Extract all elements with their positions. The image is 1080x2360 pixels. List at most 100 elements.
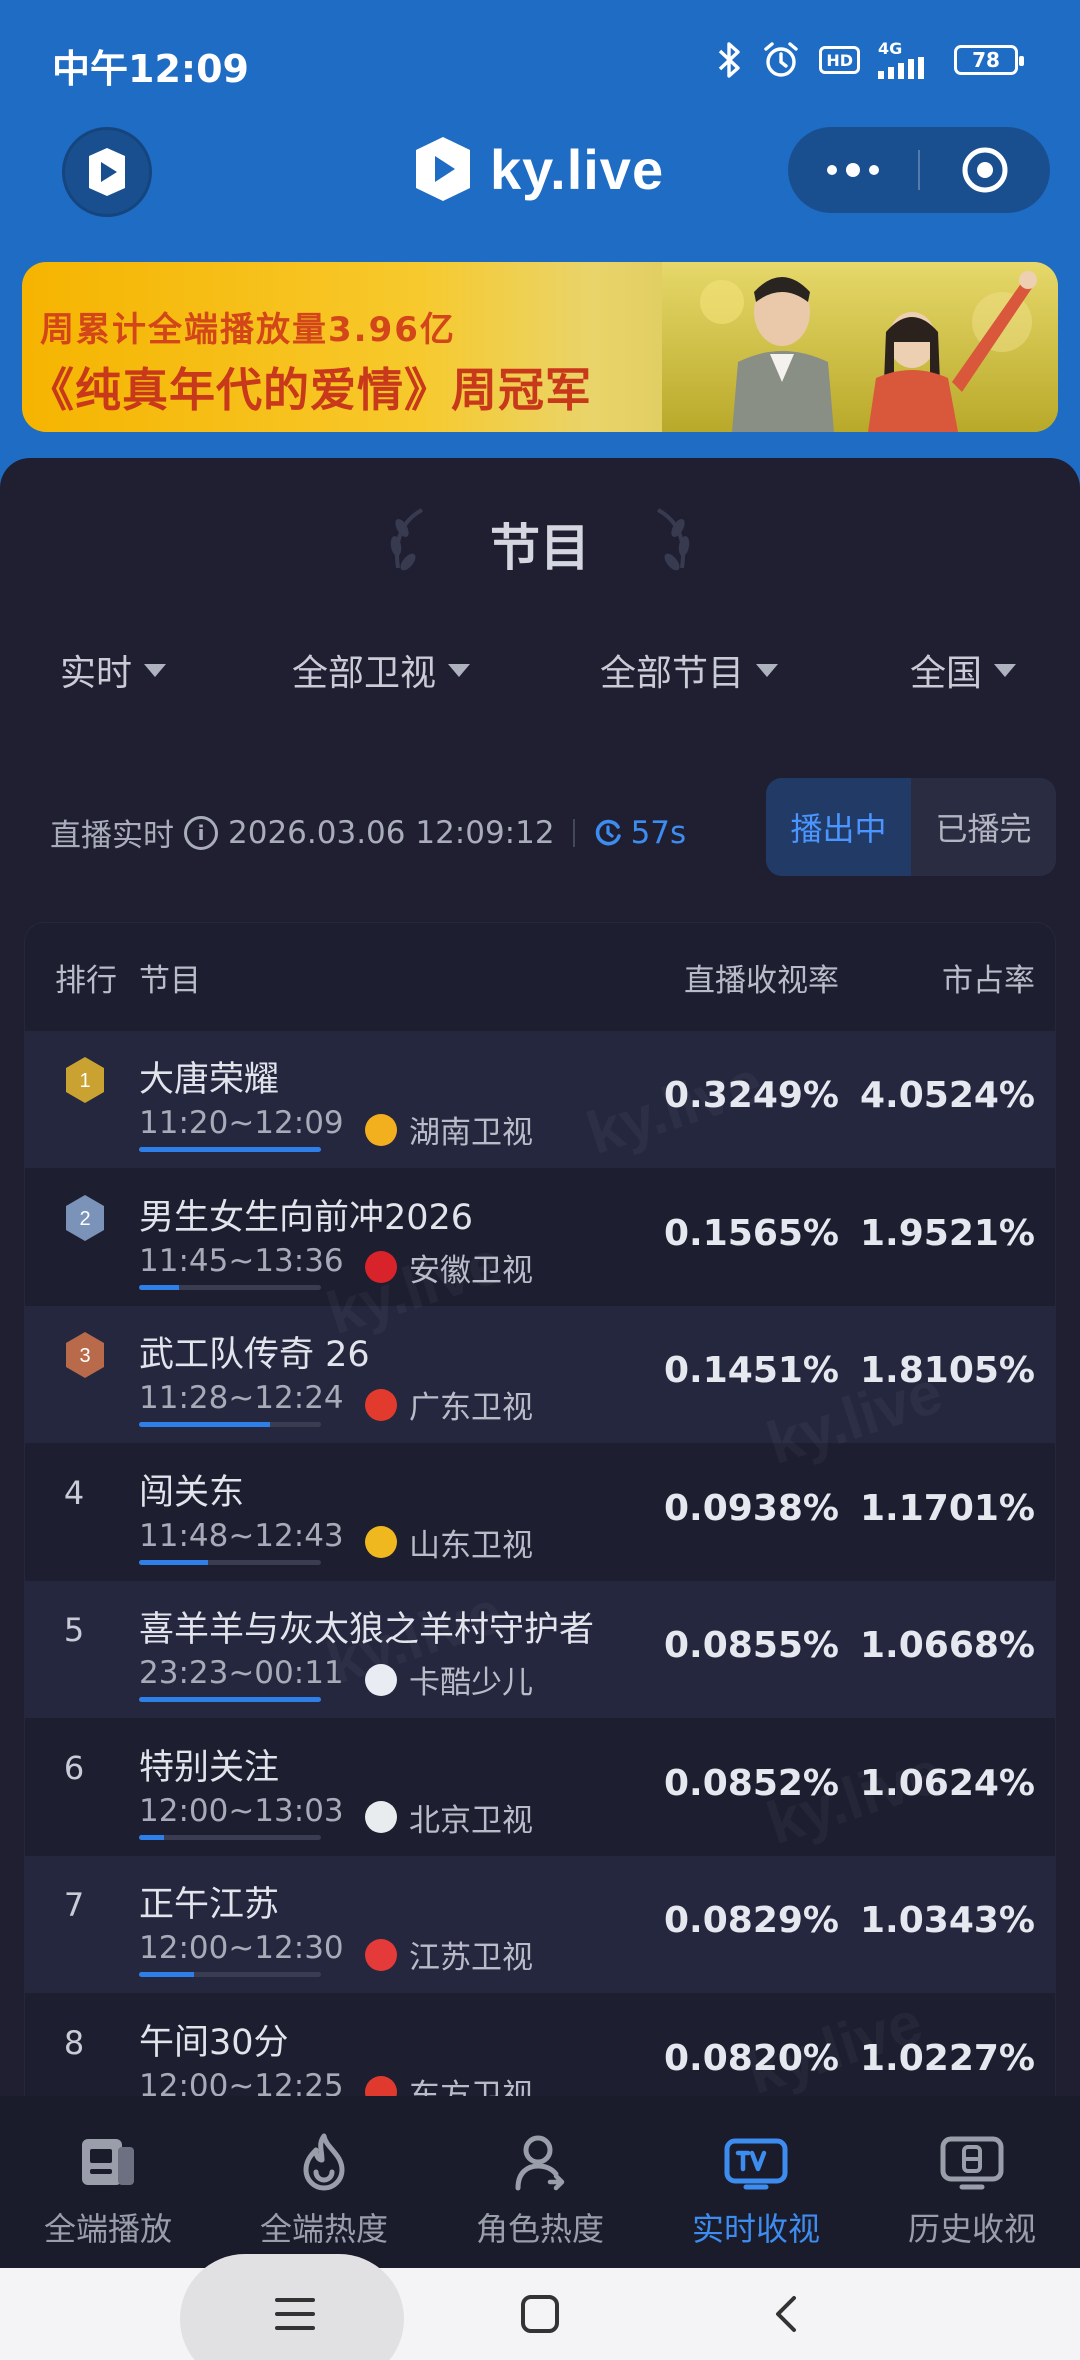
table-row[interactable]: 2 男生女生向前冲2026 11:45~13:36 安徽卫视 0.1565% 1…	[25, 1168, 1055, 1306]
channel-logo-icon	[365, 1526, 397, 1558]
program-time: 11:48~12:43	[139, 1517, 344, 1554]
rank-number: 5	[63, 1611, 85, 1649]
filter-region-label: 全国	[910, 653, 983, 694]
channel-logo-icon	[365, 1251, 397, 1283]
channel: 北京卫视	[365, 1795, 533, 1840]
home-system-button[interactable]	[495, 2268, 585, 2360]
alarm-icon	[761, 40, 801, 80]
nav-role-heat[interactable]: 角色热度	[432, 2096, 648, 2268]
program-progress-bar	[139, 1697, 321, 1702]
refresh-countdown-value: 57s	[630, 814, 687, 851]
close-miniprogram-button[interactable]	[920, 127, 1050, 213]
caret-down-icon	[756, 663, 779, 677]
nav-history-ratings[interactable]: 历史收视	[864, 2096, 1080, 2268]
target-icon	[962, 147, 1008, 193]
program-name: 喜羊羊与灰太狼之羊村守护者	[139, 1610, 595, 1650]
channel-name: 东方卫视	[409, 2077, 533, 2098]
nav-label: 历史收视	[907, 2210, 1036, 2248]
rank-number: 6	[63, 1748, 85, 1787]
program-time: 11:45~13:36	[139, 1242, 344, 1279]
channel: 山东卫视	[365, 1520, 533, 1565]
playback-icon	[76, 2132, 140, 2192]
more-button[interactable]	[788, 127, 918, 213]
refresh-countdown[interactable]: 57s	[593, 814, 687, 851]
table-row[interactable]: 8 午间30分 12:00~12:25 东方卫视 0.0820% 1.0227%	[25, 1993, 1055, 2098]
hd-voice-icon: HD	[819, 46, 860, 74]
filter-channel-label: 全部卫视	[292, 653, 437, 694]
table-row[interactable]: 3 武工队传奇 26 11:28~12:24 广东卫视 0.1451% 1.81…	[25, 1306, 1055, 1443]
nav-all-playback[interactable]: 全端播放	[0, 2096, 216, 2268]
program-progress-fill	[139, 1147, 321, 1152]
header-share[interactable]: 市占率	[942, 955, 1035, 1000]
info-icon[interactable]: i	[184, 815, 218, 850]
program-progress-fill	[139, 1972, 194, 1977]
table-row[interactable]: 5 喜羊羊与灰太狼之羊村守护者 23:23~00:11 卡酷少儿 0.0855%…	[25, 1581, 1055, 1718]
table-row[interactable]: 7 正午江苏 12:00~12:30 江苏卫视 0.0829% 1.0343%	[25, 1856, 1055, 1993]
back-button[interactable]	[740, 2268, 830, 2360]
signal-icon: 4G	[878, 41, 936, 79]
rating-value: 0.0855%	[664, 1625, 839, 1666]
program-progress-fill	[139, 1422, 271, 1427]
program-time: 11:20~12:09	[139, 1105, 344, 1141]
live-info-row: 直播实时 i 2026.03.06 12:09:12 57s	[50, 810, 686, 855]
status-icons: HD 4G 78	[717, 40, 1024, 80]
promo-banner[interactable]: 周累计全端播放量3.96亿 《纯真年代的爱情》周冠军	[22, 262, 1058, 432]
program-progress-bar	[139, 1834, 321, 1840]
nav-all-heat[interactable]: 全端热度	[216, 2096, 432, 2268]
channel-name: 广东卫视	[409, 1390, 533, 1426]
table-header: 排行 节目 直播收视率 市占率	[25, 923, 1055, 1031]
program-name: 正午江苏	[139, 1885, 280, 1925]
status-time: 中午12:09	[52, 47, 249, 91]
rank-number: 8	[63, 2023, 85, 2062]
share-value: 1.0668%	[860, 1625, 1035, 1666]
program-progress-fill	[139, 1559, 209, 1565]
share-value: 1.8105%	[860, 1350, 1035, 1391]
program-name: 特别关注	[139, 1747, 280, 1788]
battery-icon: 78	[954, 45, 1024, 75]
logo-text: ky.live	[490, 137, 665, 201]
nav-realtime-ratings[interactable]: 实时收视	[648, 2096, 864, 2268]
channel-logo-icon	[365, 1801, 397, 1833]
flame-icon	[292, 2132, 356, 2192]
more-dot-icon	[846, 163, 860, 177]
filter-time[interactable]: 实时	[60, 644, 167, 696]
table-row[interactable]: 4 闯关东 11:48~12:43 山东卫视 0.0938% 1.1701%	[25, 1443, 1055, 1581]
filter-program[interactable]: 全部节目	[600, 644, 779, 696]
program-progress-fill	[139, 1834, 165, 1840]
ratings-panel: 节目 实时 全部卫视 全部节目 全国 直播实时 i 2026.03.06 12:…	[0, 458, 1080, 2098]
finished-tab[interactable]: 已播完	[911, 778, 1056, 876]
channel-name: 江苏卫视	[409, 1940, 533, 1976]
filter-channel[interactable]: 全部卫视	[292, 644, 471, 696]
rank-number: 2	[79, 1208, 90, 1230]
rating-value: 0.0852%	[664, 1762, 839, 1804]
menu-button[interactable]	[250, 2268, 340, 2360]
header-rank: 排行	[55, 962, 117, 999]
program-progress-fill	[139, 1284, 180, 1290]
share-value: 1.1701%	[860, 1487, 1035, 1529]
channel: 卡酷少儿	[365, 1657, 533, 1702]
caret-down-icon	[144, 663, 167, 677]
banner-title: 《纯真年代的爱情》周冠军	[28, 363, 592, 417]
history-tv-icon	[940, 2132, 1004, 2192]
table-row[interactable]: 1 大唐荣耀 11:20~12:09 湖南卫视 0.3249% 4.0524%	[25, 1031, 1055, 1168]
home-button[interactable]	[62, 127, 152, 217]
channel: 广东卫视	[365, 1382, 533, 1427]
live-label: 直播实时	[50, 818, 174, 854]
channel-name: 湖南卫视	[409, 1115, 533, 1151]
menu-icon	[275, 2298, 315, 2330]
table-row[interactable]: 6 特别关注 12:00~13:03 北京卫视 0.0852% 1.0624%	[25, 1718, 1055, 1856]
channel-logo-icon	[365, 2076, 397, 2097]
share-value: 1.0227%	[860, 2037, 1035, 2079]
filter-program-label: 全部节目	[600, 653, 745, 694]
header-program: 节目	[139, 962, 201, 999]
channel-name: 安徽卫视	[409, 1252, 533, 1289]
channel: 江苏卫视	[365, 1932, 533, 1977]
rating-value: 0.1451%	[664, 1350, 839, 1391]
on-air-tab[interactable]: 播出中	[766, 778, 911, 876]
header-rating[interactable]: 直播收视率	[684, 955, 839, 1000]
filter-region[interactable]: 全国	[910, 644, 1017, 696]
program-progress-bar	[139, 1559, 321, 1565]
program-name: 武工队传奇 26	[139, 1335, 370, 1375]
more-dot-icon	[827, 165, 837, 175]
caret-down-icon	[994, 663, 1017, 677]
